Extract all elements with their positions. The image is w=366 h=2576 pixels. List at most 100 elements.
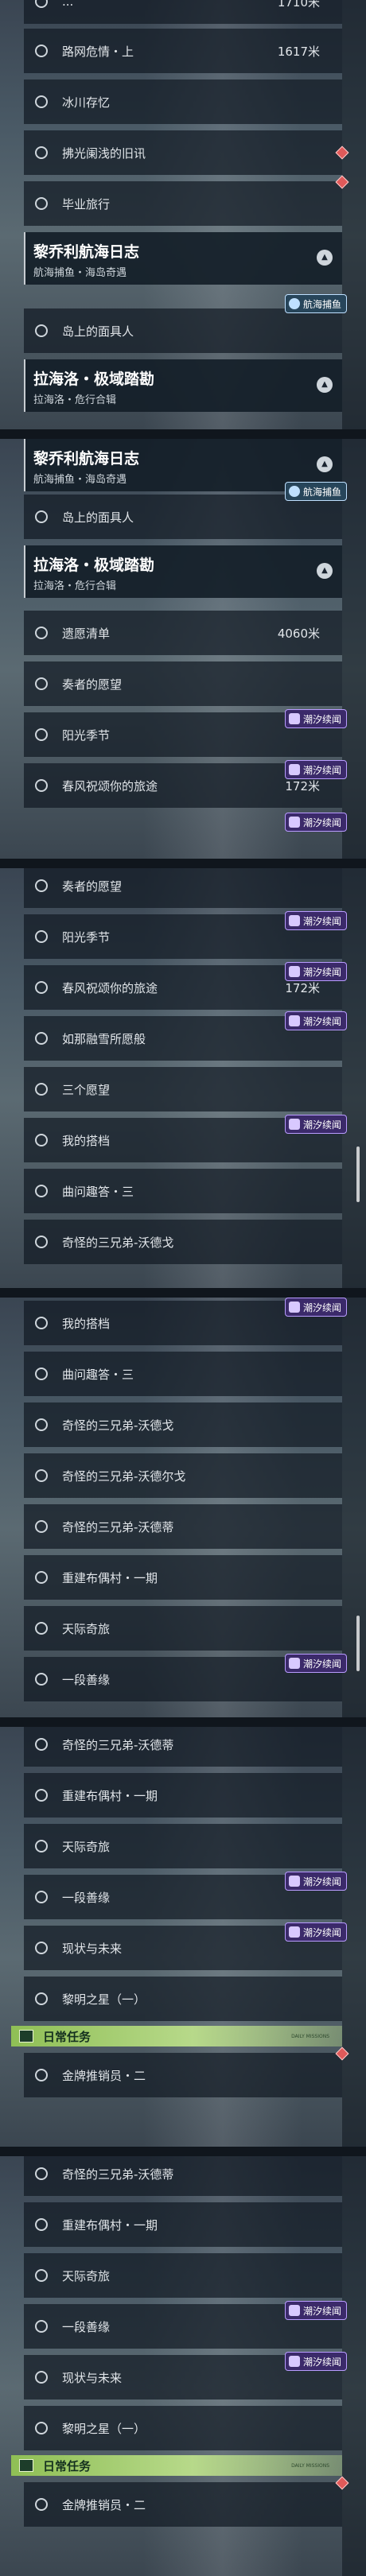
quest-radio	[35, 1520, 48, 1533]
quest-group-header[interactable]: 黎乔利航海日志 航海捕鱼・海岛奇遇 ▲	[24, 232, 342, 285]
quest-label: 阳光季节	[62, 727, 111, 743]
quest-item[interactable]: ... 1710米	[24, 0, 342, 24]
segment-divider	[0, 2147, 366, 2156]
quest-group-header[interactable]: 拉海洛・极域踏勘 拉海洛・危行合辑 ▲	[24, 359, 342, 412]
quest-item[interactable]: 奏者的愿望	[24, 868, 342, 908]
quest-distance: 1617米	[277, 44, 320, 59]
group-subtitle: 拉海洛・危行合辑	[33, 394, 117, 406]
wave-icon	[288, 1015, 300, 1026]
quest-item[interactable]: 金牌推销员・二	[24, 2046, 349, 2097]
quest-radio	[35, 2422, 48, 2434]
quest-distance: 4060米	[277, 626, 320, 641]
quest-radio	[35, 627, 48, 639]
quest-item[interactable]: 路网危情・上 1617米	[24, 29, 342, 73]
quest-item[interactable]: 岛上的面具人	[24, 308, 342, 353]
badge-label: 潮汐续闻	[302, 713, 341, 725]
quest-radio	[35, 2218, 48, 2231]
quest-item[interactable]: 重建布偶村・一期	[24, 1773, 342, 1818]
quest-label: 毕业旅行	[62, 196, 111, 211]
quest-item[interactable]: 重建布偶村・一期	[24, 1555, 342, 1600]
quest-item[interactable]: 奇怪的三兄弟-沃德尔戈	[24, 1453, 342, 1498]
quest-label: 一段善缘	[62, 1672, 111, 1687]
quest-item[interactable]: 奇怪的三兄弟-沃德戈	[24, 1402, 342, 1447]
quest-item[interactable]: 黎明之星（一）	[24, 1977, 342, 2021]
quest-label: 奇怪的三兄弟-沃德蒂	[62, 1737, 174, 1752]
wave-icon	[288, 2356, 300, 2367]
quest-item[interactable]: 遗愿清单 4060米	[24, 611, 342, 655]
quest-label: 岛上的面具人	[62, 324, 134, 339]
quest-radio	[35, 930, 48, 943]
badge-label: 潮汐续闻	[302, 1015, 341, 1027]
quest-label: 路网危情・上	[62, 44, 134, 59]
scrollbar-thumb[interactable]	[356, 1146, 360, 1202]
quest-item[interactable]: 岛上的面具人	[24, 495, 342, 539]
badge-label: 潮汐续闻	[302, 1119, 341, 1131]
quest-label: 天际奇旅	[62, 1621, 111, 1636]
quest-item[interactable]: 天际奇旅	[24, 2253, 342, 2298]
daily-tasks-label: 日常任务	[43, 2029, 92, 2044]
badge-label: 潮汐续闻	[302, 2305, 341, 2317]
quest-label: 一段善缘	[62, 1890, 111, 1905]
collapse-down-icon[interactable]: ▲	[317, 563, 333, 579]
quest-radio	[35, 1622, 48, 1635]
badge-label: 潮汐续闻	[302, 1876, 341, 1887]
quest-radio	[35, 677, 48, 690]
quest-radio	[35, 981, 48, 994]
daily-tasks-header[interactable]: 日常任务 DAILY MISSIONS	[11, 2455, 342, 2476]
quest-item[interactable]: 重建布偶村・一期	[24, 2202, 342, 2247]
collapse-up-icon[interactable]: ▲	[317, 456, 333, 472]
quest-item[interactable]: 曲问趣答・三	[24, 1169, 342, 1213]
quest-item[interactable]: 冰川存忆	[24, 80, 342, 124]
quest-label: 一段善缘	[62, 2319, 111, 2334]
daily-tasks-header[interactable]: 日常任务 DAILY MISSIONS	[11, 2026, 342, 2046]
wave-icon	[288, 915, 300, 926]
badge-label: 潮汐续闻	[302, 817, 341, 828]
quest-label: 春风祝颂你的旅途	[62, 980, 158, 995]
badge-label: 潮汐续闻	[302, 1926, 341, 1938]
quest-item[interactable]: 奇怪的三兄弟-沃德戈	[24, 1220, 342, 1264]
quest-radio	[35, 1317, 48, 1329]
quest-item[interactable]: 奏者的愿望	[24, 661, 342, 706]
screen-segment-3: 奏者的愿望 潮汐续闻 阳光季节 潮汐续闻 春风祝颂你的旅途 172米 潮汐续闻 …	[0, 868, 366, 1288]
quest-radio	[35, 146, 48, 159]
wave-icon	[288, 2305, 300, 2316]
quest-label: 奇怪的三兄弟-沃德戈	[62, 1235, 174, 1250]
quest-item[interactable]: 奇怪的三兄弟-沃德蒂	[24, 2156, 342, 2196]
quest-item[interactable]: 奇怪的三兄弟-沃德蒂	[24, 1727, 342, 1767]
quest-radio	[35, 2320, 48, 2333]
fish-icon	[288, 486, 300, 497]
quest-item[interactable]: 毕业旅行	[24, 175, 349, 226]
quest-item[interactable]: 曲问趣答・三	[24, 1352, 342, 1396]
group-title: 拉海洛・极域踏勘	[33, 370, 155, 388]
quest-label: 奏者的愿望	[62, 677, 123, 692]
quest-label: 奇怪的三兄弟-沃德戈	[62, 1418, 174, 1433]
quest-item[interactable]: 天际奇旅	[24, 1824, 342, 1868]
tide-news-badge: 潮汐续闻	[284, 1298, 347, 1317]
collapse-down-icon[interactable]: ▲	[317, 377, 333, 393]
collapse-up-icon[interactable]: ▲	[317, 250, 333, 266]
quest-radio	[35, 1891, 48, 1903]
wave-icon	[288, 1658, 300, 1669]
quest-item[interactable]: 金牌推销员・二	[24, 2476, 349, 2527]
quest-item[interactable]: 天际奇旅	[24, 1606, 342, 1651]
group-title: 黎乔利航海日志	[33, 450, 140, 467]
quest-item[interactable]: 拂光阑浅的旧讯	[24, 130, 349, 175]
tide-news-badge: 潮汐续闻	[284, 1922, 347, 1942]
quest-radio	[35, 1738, 48, 1751]
quest-label: 金牌推销员・二	[62, 2497, 146, 2512]
daily-task-icon	[19, 2459, 33, 2472]
quest-label: 奇怪的三兄弟-沃德尔戈	[62, 1468, 186, 1484]
quest-label: 天际奇旅	[62, 1839, 111, 1854]
quest-radio	[35, 95, 48, 108]
badge-label: 潮汐续闻	[302, 764, 341, 776]
quest-group-header[interactable]: 拉海洛・极域踏勘 拉海洛・危行合辑 ▲	[24, 545, 342, 598]
quest-item[interactable]: 三个愿望	[24, 1067, 342, 1111]
quest-item[interactable]: 黎明之星（一）	[24, 2406, 342, 2450]
quest-item[interactable]: 奇怪的三兄弟-沃德蒂	[24, 1504, 342, 1549]
tide-news-badge: 潮汐续闻	[284, 911, 347, 930]
tide-news-badge: 潮汐续闻	[284, 2301, 347, 2320]
segment-divider	[0, 859, 366, 868]
quest-radio	[35, 2498, 48, 2511]
scrollbar-thumb[interactable]	[356, 1616, 360, 1671]
quest-radio	[35, 1368, 48, 1380]
